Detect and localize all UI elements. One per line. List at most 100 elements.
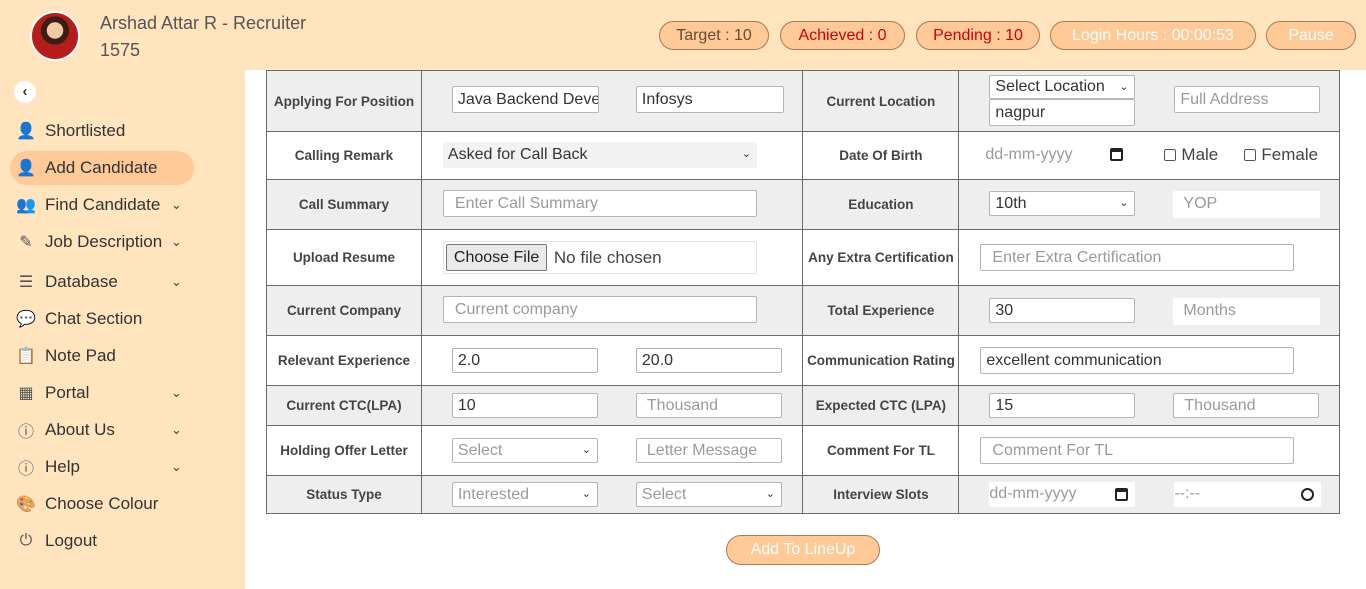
education-label: Education [802, 179, 960, 230]
sidebar-item-logout[interactable]: ⏻ Logout [10, 524, 194, 558]
file-status: No file chosen [553, 248, 662, 267]
communication-rating-input[interactable]: excellent communication [980, 347, 1295, 374]
chevron-down-icon: ⌄ [741, 148, 751, 160]
target-badge: Target : 10 [659, 21, 769, 50]
current-company-input[interactable]: Current company [442, 296, 757, 323]
sidebar-item-label: Portal [45, 383, 90, 402]
chevron-down-icon: ⌄ [1119, 197, 1129, 209]
form-row: Calling Remark Asked for Call Back ⌄ Date… [266, 131, 1340, 180]
call-summary-label: Call Summary [266, 179, 422, 230]
city-input[interactable]: nagpur [989, 99, 1136, 126]
male-checkbox[interactable] [1164, 149, 1177, 161]
sidebar-item-label: Add Candidate [45, 158, 158, 177]
user-id: 1575 [100, 40, 141, 60]
sidebar-item-label: Logout [45, 531, 97, 550]
total-experience-label: Total Experience [802, 285, 960, 336]
building-icon: ▦ [18, 385, 34, 402]
status-sub-select[interactable]: Select ⌄ [635, 482, 782, 507]
chevron-down-icon: ⌄ [171, 459, 182, 474]
pause-button[interactable]: Pause [1266, 21, 1356, 50]
form-row: Holding Offer Letter Select ⌄ Letter Mess… [266, 425, 1340, 476]
calling-remark-select[interactable]: Asked for Call Back ⌄ [442, 142, 757, 168]
sidebar: ‹ 👤 Shortlisted 👤 Add Candidate 👥 Find C… [0, 70, 245, 589]
clock-icon[interactable] [1301, 488, 1315, 501]
current-ctc-lakh-input[interactable]: 10 [451, 393, 598, 418]
expected-ctc-thousand-input[interactable]: Thousand [1173, 393, 1320, 418]
palette-icon: 🎨 [16, 496, 36, 513]
form-row: Status Type Interested ⌄ Select ⌄ Intervie… [266, 475, 1340, 514]
chevron-down-icon: ⌄ [581, 488, 591, 500]
status-type-label: Status Type [266, 475, 422, 514]
male-label: Male [1181, 145, 1219, 164]
calling-remark-label: Calling Remark [266, 131, 422, 180]
form-row: Upload Resume Choose File No file chosen… [266, 229, 1340, 286]
sidebar-item-chat-section[interactable]: 💬 Chat Section [10, 302, 194, 336]
chevron-down-icon: ⌄ [171, 234, 182, 249]
help-icon: ⓘ [17, 461, 34, 478]
sidebar-item-help[interactable]: ⓘ Help ⌄ [10, 450, 194, 484]
current-ctc-thousand-input[interactable]: Thousand [635, 393, 782, 418]
sidebar-item-label: Choose Colour [45, 494, 159, 513]
dob-input[interactable]: dd-mm-yyyy [980, 142, 1131, 169]
choose-file-button[interactable]: Choose File [445, 244, 548, 271]
comment-tl-label: Comment For TL [802, 425, 960, 476]
female-checkbox[interactable] [1244, 149, 1257, 161]
full-address-input[interactable]: Full Address [1174, 86, 1321, 113]
interview-date-input[interactable]: dd-mm-yyyy [989, 482, 1136, 507]
sidebar-item-choose-colour[interactable]: 🎨 Choose Colour [10, 487, 194, 521]
avatar[interactable] [30, 11, 80, 61]
sidebar-item-find-candidate[interactable]: 👥 Find Candidate ⌄ [10, 188, 194, 222]
chevron-down-icon: ⌄ [581, 444, 591, 456]
experience-years-input[interactable]: 30 [989, 298, 1136, 323]
sidebar-item-label: Chat Section [45, 309, 143, 328]
company-input[interactable]: Infosys [635, 86, 784, 113]
education-select[interactable]: 10th ⌄ [989, 191, 1136, 216]
sidebar-item-label: Job Description [45, 232, 163, 251]
calendar-icon[interactable] [1110, 148, 1124, 161]
current-location-label: Current Location [802, 70, 960, 132]
chevron-down-icon: ⌄ [171, 274, 182, 289]
sidebar-item-note-pad[interactable]: 📋 Note Pad [10, 339, 194, 373]
collapse-sidebar-icon[interactable]: ‹ [14, 81, 36, 103]
sidebar-item-label: Database [45, 272, 118, 291]
chevron-down-icon: ⌄ [765, 488, 775, 500]
call-summary-input[interactable]: Enter Call Summary [442, 190, 757, 217]
letter-message-input[interactable]: Letter Message [635, 438, 782, 463]
sidebar-item-label: Shortlisted [45, 121, 126, 140]
current-ctc-label: Current CTC(LPA) [266, 385, 422, 426]
pending-badge: Pending : 10 [916, 21, 1040, 50]
status-type-select[interactable]: Interested ⌄ [451, 482, 598, 507]
calendar-icon[interactable] [1115, 488, 1129, 501]
user-name: Arshad Attar R - Recruiter [100, 13, 307, 33]
position-input[interactable]: Java Backend Deve [451, 86, 599, 113]
relevant-exp-months-input[interactable]: 20.0 [635, 348, 782, 373]
comment-tl-input[interactable]: Comment For TL [980, 437, 1295, 464]
interview-slots-label: Interview Slots [802, 475, 960, 514]
sidebar-item-database[interactable]: ☰ Database ⌄ [10, 265, 194, 299]
sidebar-item-shortlisted[interactable]: 👤 Shortlisted [10, 114, 194, 148]
experience-months-input[interactable]: Months [1173, 298, 1321, 325]
form-row: Call Summary Enter Call Summary Educatio… [266, 179, 1340, 230]
interview-time-input[interactable]: --:-- [1174, 482, 1322, 507]
chevron-down-icon: ⌄ [1119, 81, 1129, 93]
sidebar-item-job-description[interactable]: ✎ Job Description ⌄ [10, 225, 194, 259]
expected-ctc-lakh-input[interactable]: 15 [989, 393, 1136, 418]
extra-certification-input[interactable]: Enter Extra Certification [980, 244, 1295, 271]
power-icon: ⏻ [19, 532, 33, 549]
edit-icon: ✎ [19, 234, 33, 251]
relevant-experience-label: Relevant Experience [266, 335, 422, 386]
sidebar-item-about-us[interactable]: ⓘ About Us ⌄ [10, 413, 194, 447]
offer-letter-select[interactable]: Select ⌄ [451, 438, 598, 463]
relevant-exp-years-input[interactable]: 2.0 [451, 348, 598, 373]
location-select[interactable]: Select Location ⌄ [989, 75, 1136, 99]
yop-input[interactable]: YOP [1173, 191, 1321, 218]
resume-file-input[interactable]: Choose File No file chosen [442, 241, 757, 274]
login-hours-badge: Login Hours : 00:00:53 [1050, 21, 1256, 50]
dob-label: Date Of Birth [802, 131, 960, 180]
sidebar-item-portal[interactable]: ▦ Portal ⌄ [10, 376, 194, 410]
chevron-down-icon: ⌄ [171, 422, 182, 437]
female-label: Female [1261, 145, 1319, 164]
upload-resume-label: Upload Resume [266, 229, 422, 286]
sidebar-item-add-candidate[interactable]: 👤 Add Candidate [10, 151, 194, 185]
add-to-lineup-button[interactable]: Add To LineUp [726, 535, 880, 565]
